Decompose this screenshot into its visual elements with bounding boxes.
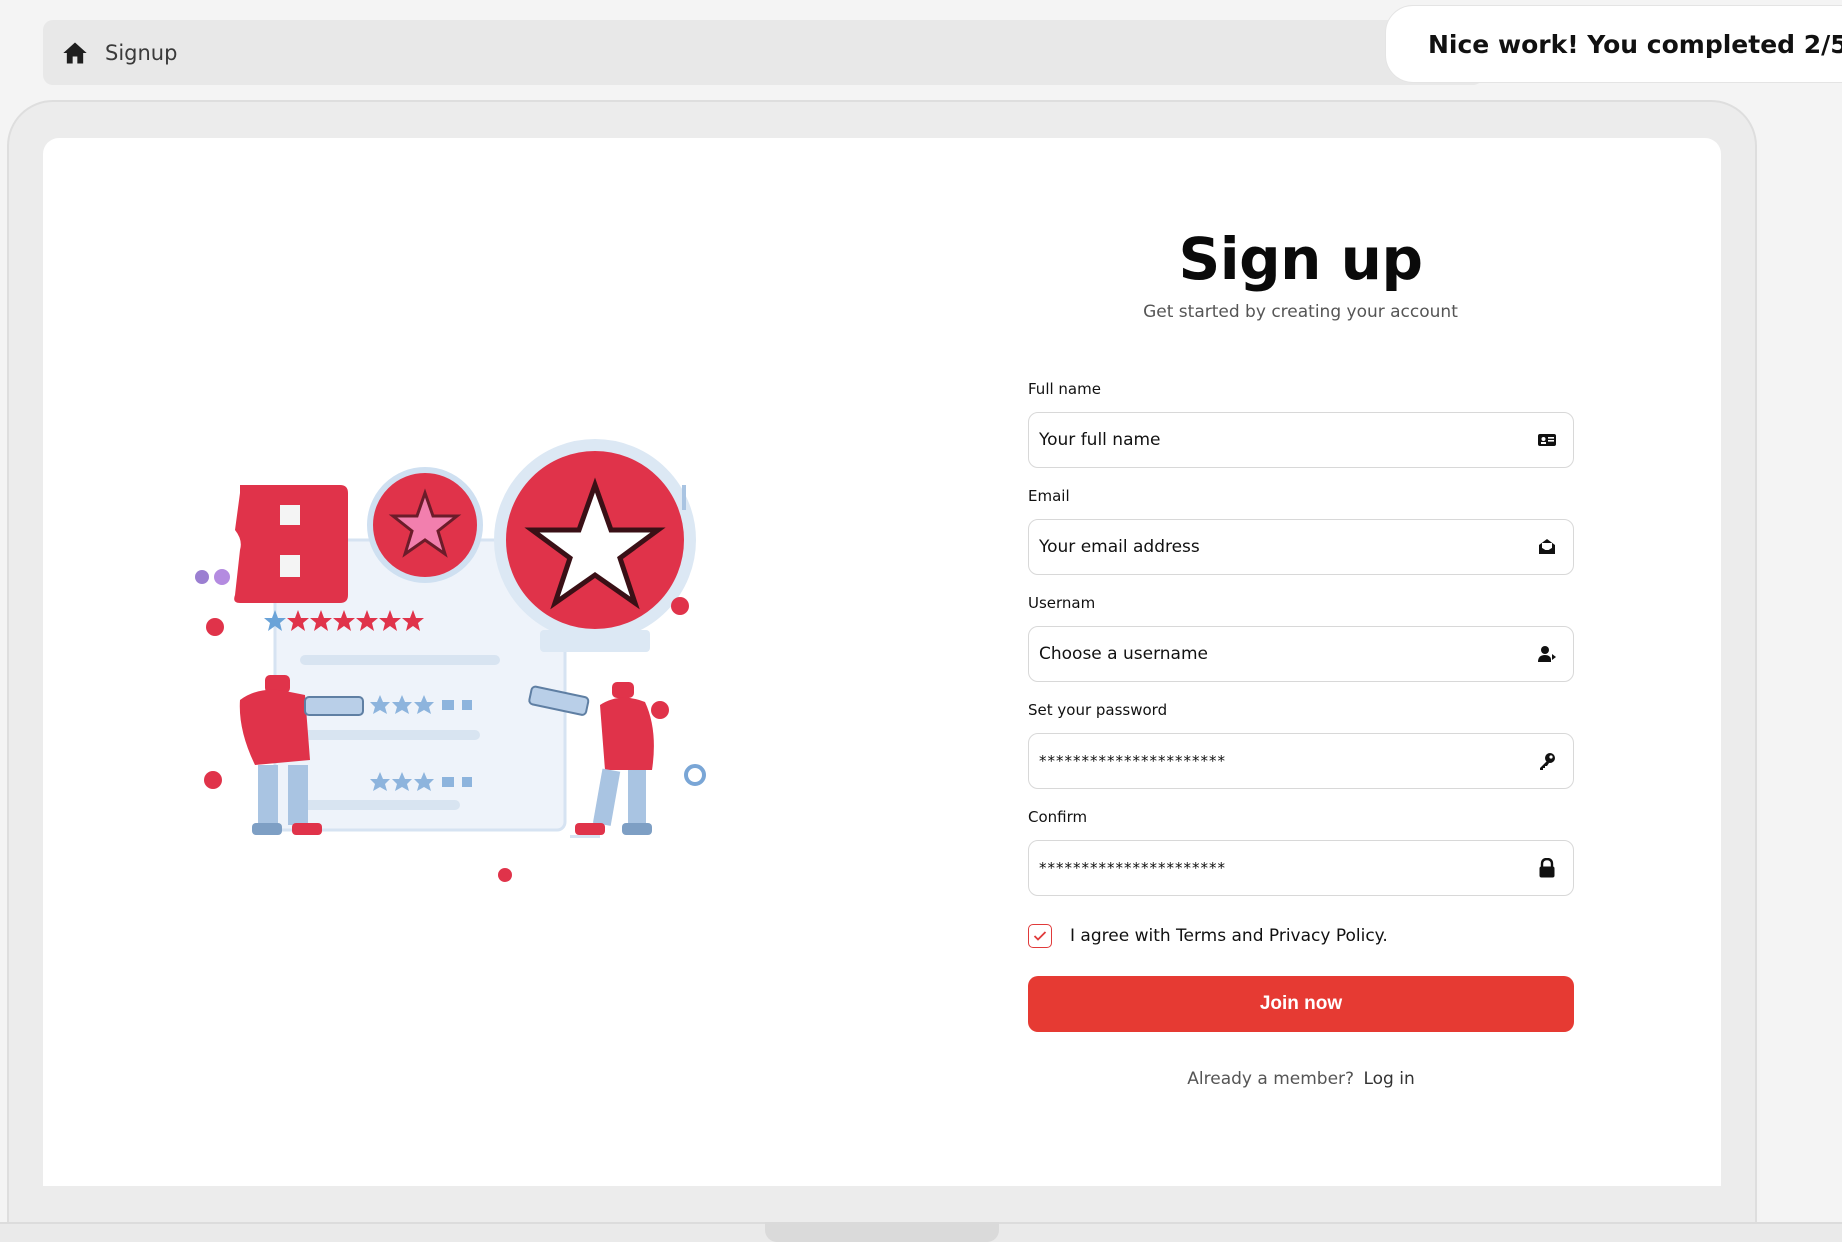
already-member-text: Already a member? xyxy=(1187,1069,1355,1089)
login-link[interactable]: Log in xyxy=(1363,1069,1414,1089)
username-value[interactable]: Choose a username xyxy=(1039,644,1535,664)
lock-icon xyxy=(1535,856,1559,880)
join-now-button[interactable]: Join now xyxy=(1028,976,1574,1032)
signup-illustration xyxy=(180,430,750,900)
confirm-password-value[interactable]: ********************** xyxy=(1039,859,1535,877)
login-prompt: Already a member? Log in xyxy=(1028,1069,1574,1089)
laptop-notch xyxy=(765,1222,999,1242)
username-label: Usernam xyxy=(1028,594,1096,612)
full-name-value[interactable]: Your full name xyxy=(1039,430,1535,450)
confirm-password-field[interactable]: ********************** xyxy=(1028,840,1574,896)
breadcrumb-label[interactable]: Signup xyxy=(105,41,177,65)
username-field[interactable]: Choose a username xyxy=(1028,626,1574,682)
email-field[interactable]: Your email address xyxy=(1028,519,1574,575)
progress-toast: Nice work! You completed 2/5 step xyxy=(1385,5,1842,83)
breadcrumb: Signup xyxy=(43,20,1483,85)
terms-text[interactable]: I agree with Terms and Privacy Policy. xyxy=(1070,926,1388,946)
envelope-icon xyxy=(1535,535,1559,559)
password-value[interactable]: ********************** xyxy=(1039,752,1535,770)
email-label: Email xyxy=(1028,487,1070,505)
password-label: Set your password xyxy=(1028,701,1168,719)
full-name-label: Full name xyxy=(1028,380,1101,398)
terms-agreement: I agree with Terms and Privacy Policy. xyxy=(1028,924,1388,948)
page-title: Sign up xyxy=(1178,225,1423,293)
page-subtitle: Get started by creating your account xyxy=(1143,302,1458,322)
id-card-icon xyxy=(1535,428,1559,452)
password-field[interactable]: ********************** xyxy=(1028,733,1574,789)
user-icon xyxy=(1535,642,1559,666)
email-value[interactable]: Your email address xyxy=(1039,537,1535,557)
full-name-field[interactable]: Your full name xyxy=(1028,412,1574,468)
home-icon[interactable] xyxy=(61,39,89,67)
confirm-label: Confirm xyxy=(1028,808,1088,826)
terms-checkbox[interactable] xyxy=(1028,924,1052,948)
toast-text: Nice work! You completed 2/5 step xyxy=(1428,29,1842,59)
key-icon xyxy=(1535,749,1559,773)
